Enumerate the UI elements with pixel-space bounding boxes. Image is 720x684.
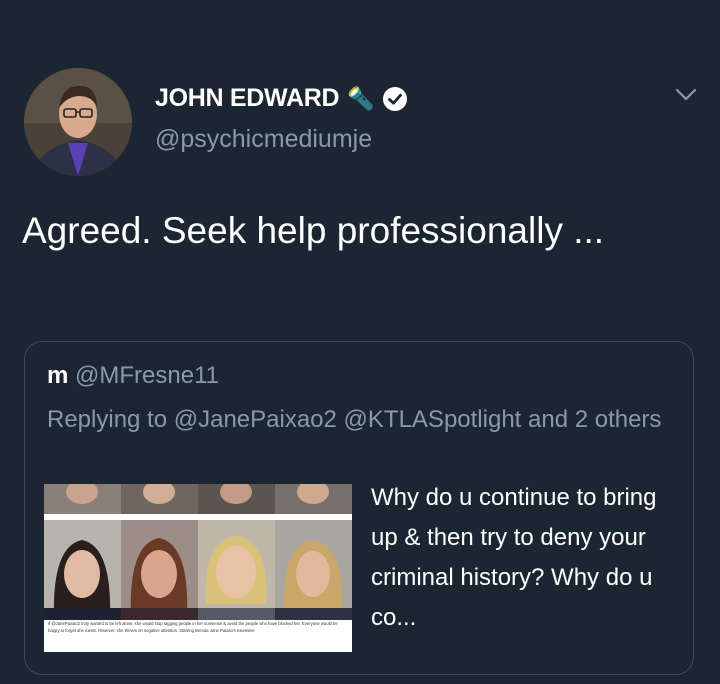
quoted-media-image[interactable]: If @JanePaixao2 truly wanted to be left … [44,484,352,652]
author-display-name[interactable]: JOHN EDWARD [155,84,340,113]
media-caption: If @JanePaixao2 truly wanted to be left … [48,621,338,633]
quoted-display-name: m [47,362,69,389]
flashlight-emoji: 🔦 [347,85,375,111]
replying-to-text: Replying to @JanePaixao2 @KTLASpotlight … [47,406,662,433]
quoted-handle: @MFresne11 [75,362,219,389]
avatar-photo [24,68,132,176]
chevron-down-icon[interactable] [672,82,700,106]
quoted-tweet-text: Why do u continue to bring up & then try… [371,484,657,631]
quoted-tweet-card[interactable]: m @MFresne11 Replying to @JanePaixao2 @K… [24,341,694,675]
author-avatar[interactable] [24,68,132,176]
author-name-row[interactable]: JOHN EDWARD 🔦 [155,84,408,113]
quoted-author[interactable]: m @MFresne11 [47,362,219,390]
verified-badge-icon [383,86,408,111]
tweet-text: Agreed. Seek help professionally ... [22,210,605,251]
author-handle[interactable]: @psychicmediumje [155,125,372,154]
